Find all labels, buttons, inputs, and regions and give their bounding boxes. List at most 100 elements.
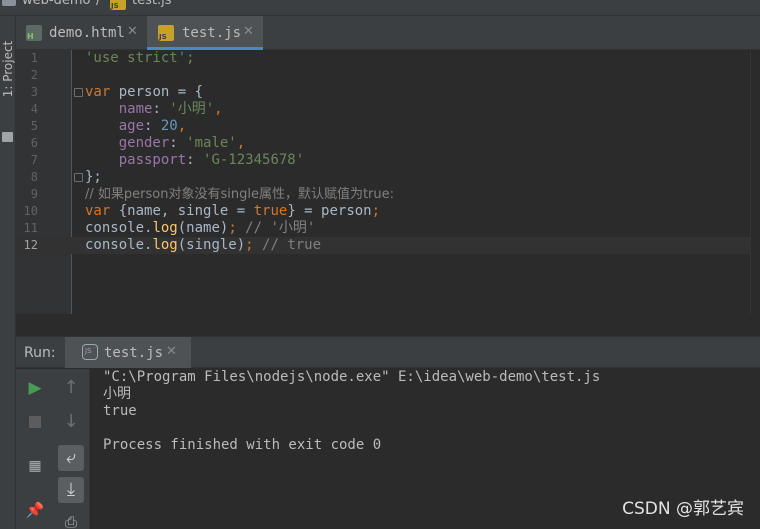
run-panel-header: Run: test.js ✕ <box>16 336 760 368</box>
code-token: }; <box>85 169 102 185</box>
scroll-to-end-button[interactable]: ⤓ <box>58 477 84 503</box>
project-tool-button[interactable]: 1: Project <box>1 27 15 111</box>
property-token: passport <box>118 152 187 168</box>
rerun-button[interactable]: ▶ <box>22 375 48 401</box>
code-text: console.log(single); // true <box>85 237 321 254</box>
project-folder-icon <box>2 132 13 142</box>
breadcrumb-project[interactable]: web-demo <box>22 0 90 8</box>
breadcrumb-separator: / <box>96 0 101 8</box>
code-token: : <box>186 152 204 168</box>
js-file-icon <box>110 0 126 10</box>
code-text: }; <box>85 169 102 186</box>
line-number: 12 <box>23 238 38 252</box>
code-line[interactable]: 2 <box>16 67 760 84</box>
pin-icon: 📌 <box>25 501 45 519</box>
code-line[interactable]: 5 age: 20, <box>16 118 760 135</box>
code-line[interactable]: 6 gender: 'male', <box>16 135 760 152</box>
punctuation-token: ; <box>371 203 381 219</box>
line-number: 9 <box>30 187 38 201</box>
nodejs-icon <box>82 344 98 360</box>
property-token: gender <box>118 135 170 151</box>
console-line-output: 小明 <box>103 386 131 402</box>
code-token: {name, single = <box>110 203 254 219</box>
code-text: gender: 'male', <box>85 135 245 152</box>
print-icon: ⎙ <box>64 513 77 529</box>
code-token: : <box>144 118 161 134</box>
code-text: // 如果person对象没有single属性，默认赋值为true: <box>85 186 394 203</box>
fold-marker-icon[interactable] <box>74 88 83 97</box>
code-text: name: '小明', <box>85 101 223 118</box>
soft-wrap-icon: ⤶ <box>65 447 77 468</box>
code-line[interactable]: 4 name: '小明', <box>16 101 760 118</box>
close-icon[interactable]: ✕ <box>127 24 138 39</box>
next-occurrence-button[interactable]: ↓ <box>58 409 84 435</box>
console-line-command: "C:\Program Files\nodejs\node.exe" E:\id… <box>103 369 601 385</box>
html-file-icon <box>26 25 42 41</box>
line-number: 2 <box>30 68 38 82</box>
code-line[interactable]: 9 // 如果person对象没有single属性，默认赋值为true: <box>16 186 760 203</box>
line-number: 6 <box>30 136 38 150</box>
code-text: age: 20, <box>85 118 186 135</box>
string-token: 'G-12345678' <box>203 152 305 168</box>
code-line[interactable]: 10 var {name, single = true} = person; <box>16 203 760 220</box>
tab-demo-html[interactable]: demo.html ✕ <box>16 16 146 50</box>
previous-occurrence-button[interactable]: ↑ <box>58 375 84 401</box>
number-token: 20 <box>160 118 178 134</box>
close-icon[interactable]: ✕ <box>166 344 177 359</box>
keyword-token: var <box>85 84 111 100</box>
soft-wrap-button[interactable]: ⤶ <box>58 445 84 471</box>
punctuation-token: ; <box>245 237 254 253</box>
console-line-output: true <box>103 403 137 419</box>
code-line[interactable]: 1 'use strict'; <box>16 50 760 67</box>
code-line[interactable]: 7 passport: 'G-12345678' <box>16 152 760 169</box>
code-token: : <box>169 135 187 151</box>
keyword-token: var <box>85 203 111 219</box>
run-panel-title: Run: <box>24 345 56 361</box>
watermark: CSDN @郭艺宾 <box>622 499 744 519</box>
punctuation-token: ; <box>228 220 237 236</box>
code-text: 'use strict'; <box>85 50 195 67</box>
code-text: var person = { <box>85 84 203 101</box>
function-token: log <box>152 237 178 253</box>
line-number: 8 <box>30 170 38 184</box>
code-line[interactable]: 3 var person = { <box>16 84 760 101</box>
comment-token: // true <box>253 237 322 253</box>
string-token: 'use strict'; <box>85 50 195 66</box>
code-token: console. <box>85 220 153 236</box>
close-icon[interactable]: ✕ <box>243 24 254 39</box>
code-text: console.log(name); // '小明' <box>85 220 315 237</box>
code-line-current[interactable]: 12 console.log(single); // true <box>16 237 760 254</box>
editor-tab-bar: demo.html ✕ test.js ✕ <box>16 16 760 50</box>
property-token: age <box>118 118 145 134</box>
run-toolbar: ▶ ↑ ↓ ⤶ ▦ ⤓ 📌 ⎙ <box>16 369 90 529</box>
property-token: name <box>118 101 153 117</box>
code-editor[interactable]: 1 'use strict'; 2 3 var person = { 4 nam… <box>16 50 760 314</box>
scroll-to-end-icon: ⤓ <box>67 479 75 500</box>
run-tab-test-js[interactable]: test.js ✕ <box>65 337 191 368</box>
line-number: 10 <box>23 204 38 218</box>
breadcrumb-file[interactable]: test.js <box>132 0 171 8</box>
print-button[interactable]: ⎙ <box>58 509 84 529</box>
code-line[interactable]: 8 }; <box>16 169 760 186</box>
stop-button[interactable] <box>22 409 48 435</box>
restore-layout-button[interactable]: ▦ <box>22 453 48 479</box>
code-text: passport: 'G-12345678' <box>85 152 304 169</box>
tab-test-js[interactable]: test.js ✕ <box>147 16 263 50</box>
tab-label: demo.html <box>49 25 125 41</box>
editor-scrollbar[interactable] <box>750 50 760 314</box>
function-token: log <box>152 220 178 236</box>
code-line[interactable]: 11 console.log(name); // '小明' <box>16 220 760 237</box>
pin-tab-button[interactable]: 📌 <box>22 497 48 523</box>
string-token: 'male' <box>186 135 237 151</box>
code-token: (name) <box>177 220 229 236</box>
code-token: console. <box>85 237 153 253</box>
fold-marker-icon[interactable] <box>74 173 83 182</box>
arrow-down-icon: ↓ <box>63 411 79 432</box>
line-number: 4 <box>30 102 38 116</box>
punctuation-token: , <box>236 135 246 151</box>
line-number: 7 <box>30 153 38 167</box>
punctuation-token: , <box>177 118 187 134</box>
folder-icon <box>2 0 16 6</box>
navigation-breadcrumb: web-demo / test.js <box>0 0 760 16</box>
code-token: (single) <box>177 237 246 253</box>
